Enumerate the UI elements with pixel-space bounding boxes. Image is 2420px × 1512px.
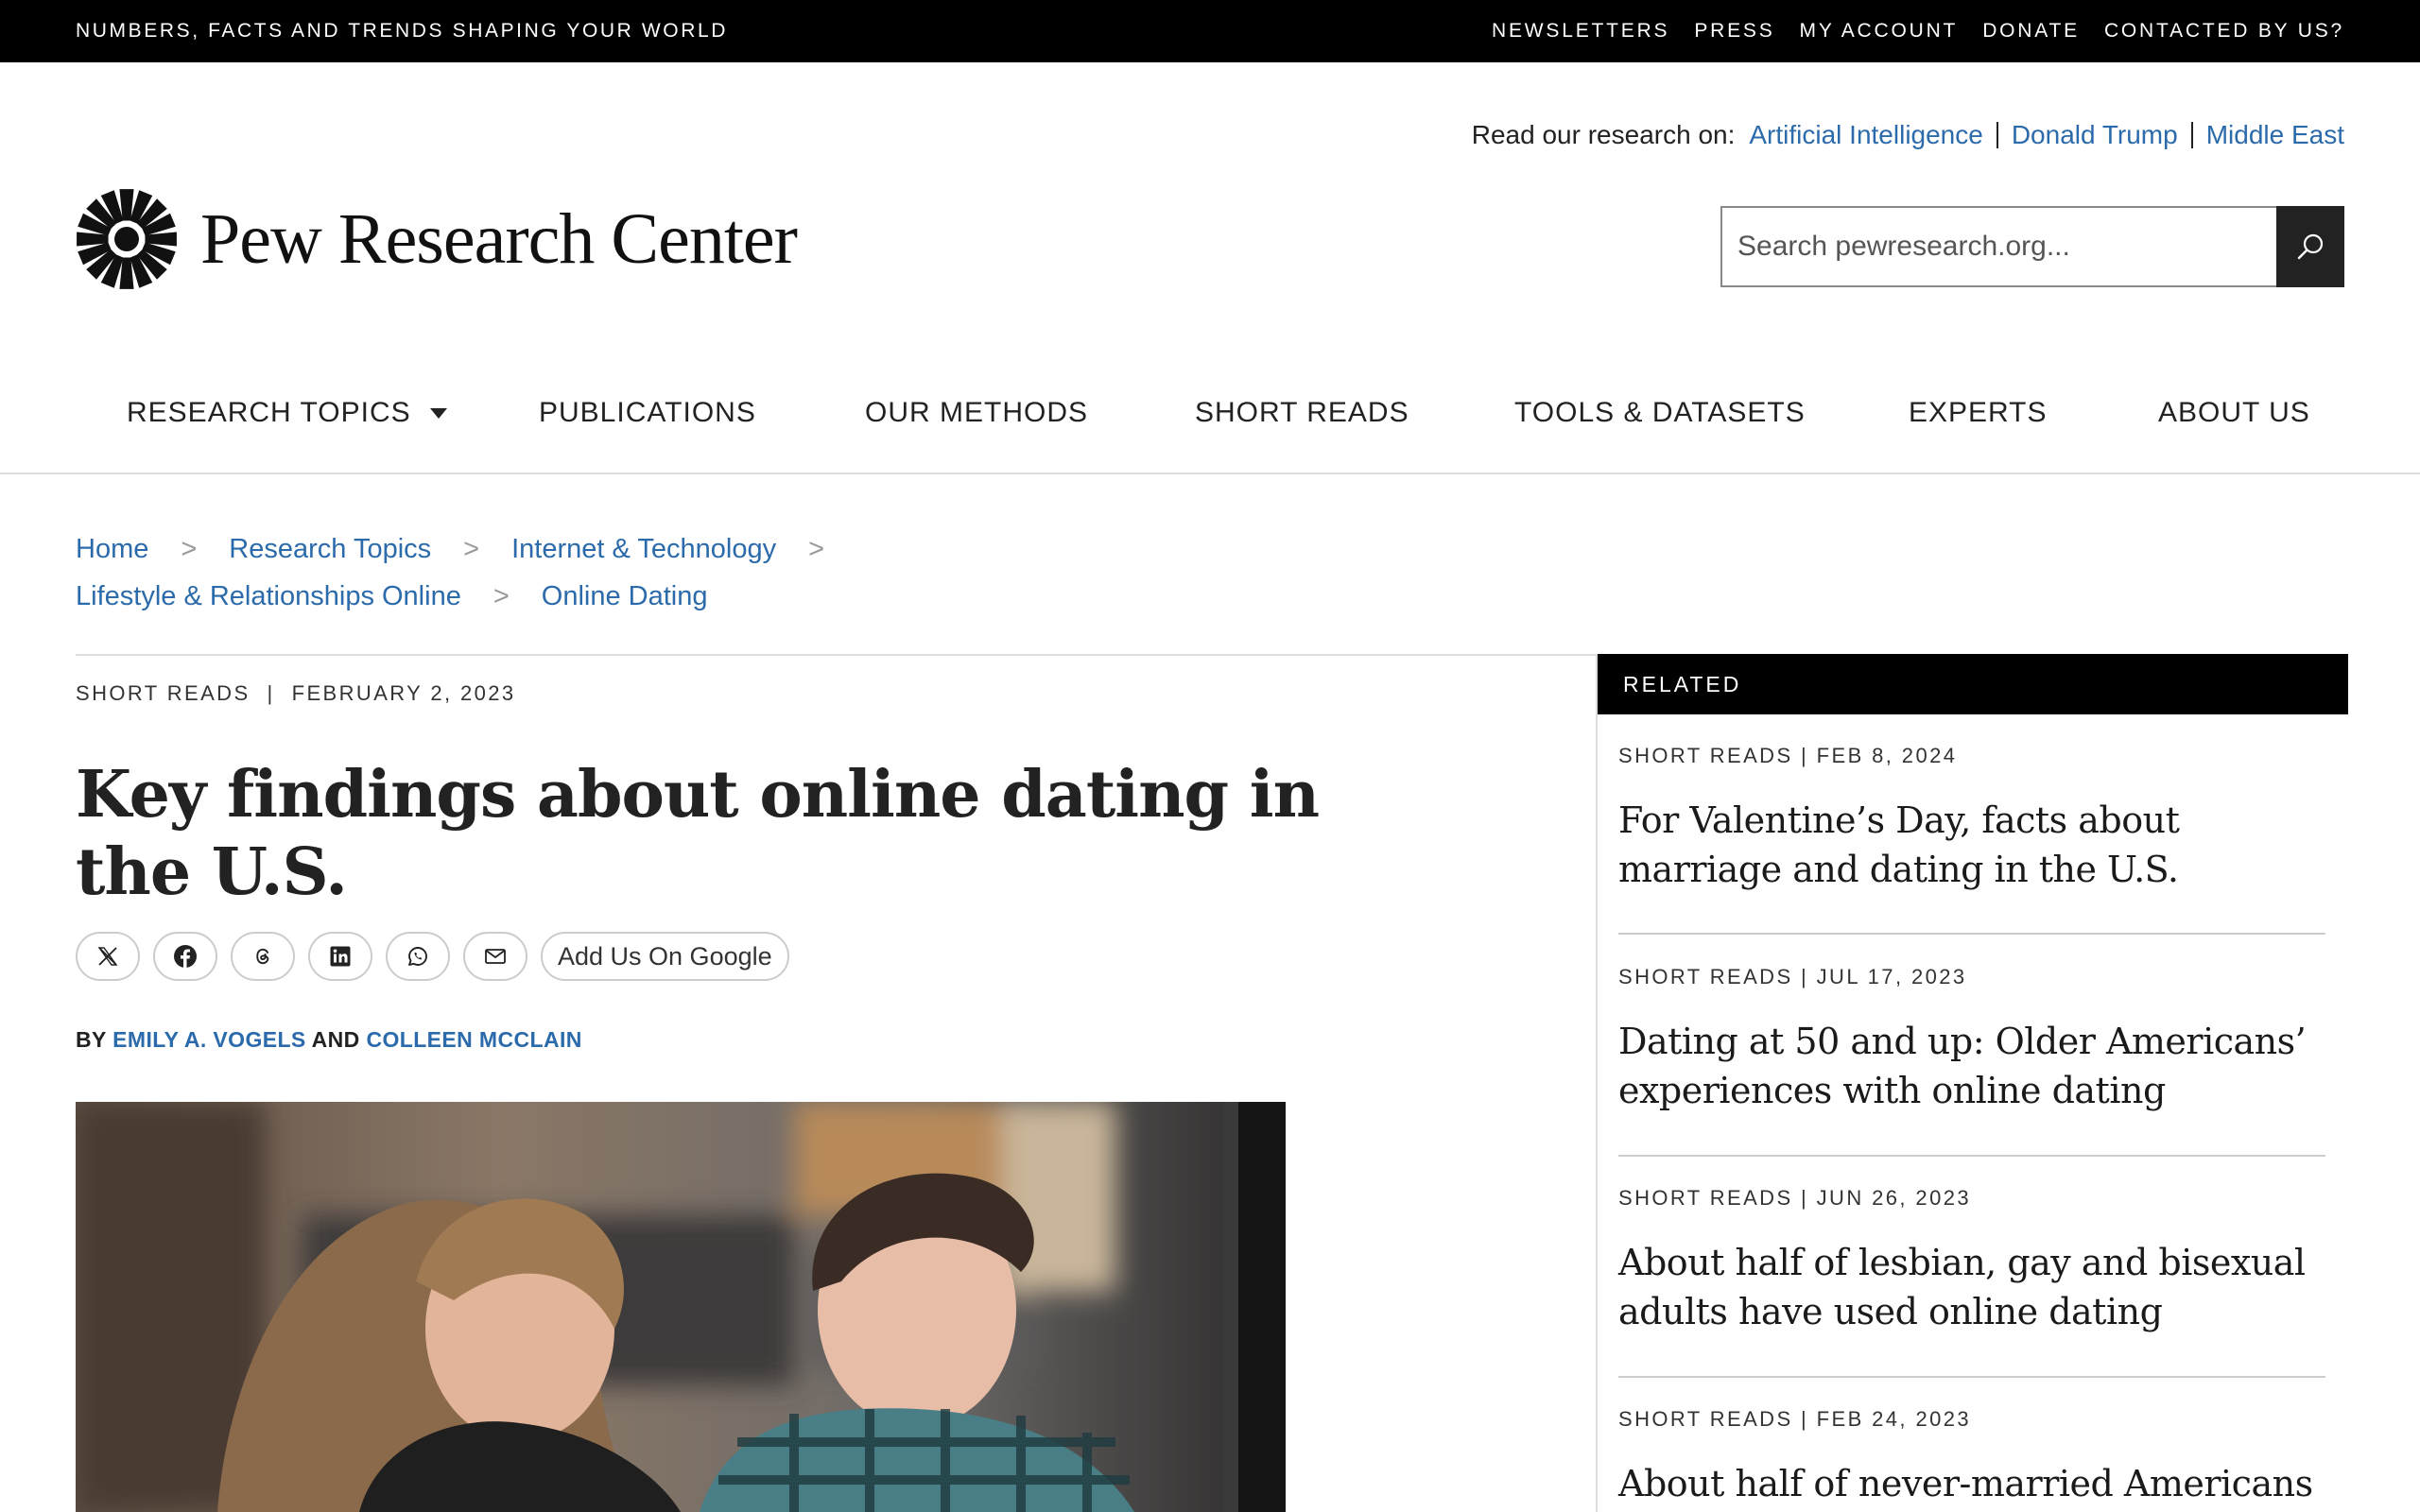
- nav-experts[interactable]: EXPERTS: [1909, 397, 2048, 429]
- my-account-link[interactable]: MY ACCOUNT: [1800, 20, 1959, 43]
- byline-and: AND: [311, 1027, 360, 1052]
- breadcrumb-separator: >: [493, 581, 510, 611]
- email-icon: [485, 949, 506, 964]
- related-item: SHORT READS | JUL 17, 2023 Dating at 50 …: [1618, 964, 2325, 1115]
- nav-research-topics[interactable]: RESEARCH TOPICS: [127, 397, 447, 429]
- related-item-title[interactable]: Dating at 50 and up: Older Americans’ ex…: [1618, 1017, 2325, 1115]
- share-linkedin-button[interactable]: [308, 932, 372, 981]
- hero-photo-illustration: [76, 1102, 1286, 1512]
- related-heading: RELATED: [1623, 672, 1742, 696]
- nav-our-methods[interactable]: OUR METHODS: [865, 397, 1088, 429]
- main-navigation: RESEARCH TOPICS PUBLICATIONS OUR METHODS…: [0, 378, 2420, 474]
- related-item-title[interactable]: About half of never-married Americans: [1618, 1459, 2325, 1508]
- related-item-meta: SHORT READS | JUN 26, 2023: [1618, 1186, 1971, 1210]
- related-item: SHORT READS | JUN 26, 2023 About half of…: [1618, 1185, 2325, 1336]
- contacted-by-us-link[interactable]: CONTACTED BY US?: [2104, 20, 2344, 43]
- share-whatsapp-button[interactable]: [386, 932, 450, 981]
- article-date: FEBRUARY 2, 2023: [291, 681, 516, 705]
- site-logo[interactable]: Pew Research Center: [76, 188, 798, 290]
- pew-sunburst-icon: [77, 189, 177, 289]
- read-research-row: Read our research on: Artificial Intelli…: [1472, 119, 2344, 151]
- breadcrumb-separator: >: [463, 534, 480, 564]
- breadcrumb-lifestyle-relationships[interactable]: Lifestyle & Relationships Online: [76, 577, 461, 615]
- read-research-label: Read our research on:: [1471, 120, 1736, 149]
- article-title: Key findings about online dating in the …: [76, 757, 1320, 910]
- content-divider: [76, 654, 1596, 656]
- research-link-middle-east[interactable]: Middle East: [2206, 119, 2344, 151]
- breadcrumb: Home > Research Topics > Internet & Tech…: [76, 525, 856, 620]
- related-header: RELATED: [1598, 654, 2348, 714]
- facebook-icon: [174, 945, 197, 968]
- share-bar: Add Us On Google: [76, 932, 789, 981]
- article-meta: SHORT READS | FEBRUARY 2, 2023: [76, 680, 516, 707]
- meta-separator: |: [267, 681, 275, 705]
- add-us-on-google-button[interactable]: Add Us On Google: [541, 932, 789, 981]
- caret-down-icon: [429, 407, 447, 419]
- related-item-meta: SHORT READS | FEB 24, 2023: [1618, 1407, 1971, 1431]
- nav-about-us[interactable]: ABOUT US: [2158, 397, 2310, 429]
- share-x-button[interactable]: [76, 932, 140, 981]
- byline-by: BY: [76, 1027, 107, 1052]
- search-box: [1720, 206, 2344, 287]
- breadcrumb-home[interactable]: Home: [76, 530, 148, 568]
- breadcrumb-research-topics[interactable]: Research Topics: [229, 530, 431, 568]
- x-icon: [97, 947, 118, 966]
- article-hero-image: [76, 1102, 1286, 1512]
- related-item-title[interactable]: For Valentine’s Day, facts about marriag…: [1618, 796, 2325, 894]
- linkedin-icon: [330, 946, 351, 967]
- byline: BY EMILY A. VOGELS AND COLLEEN MCCLAIN: [76, 1026, 582, 1053]
- search-icon: [2297, 233, 2324, 260]
- breadcrumb-online-dating[interactable]: Online Dating: [542, 577, 708, 615]
- related-separator: [1618, 1155, 2325, 1157]
- author-link[interactable]: EMILY A. VOGELS: [112, 1027, 306, 1052]
- research-link-trump[interactable]: Donald Trump: [2012, 119, 2178, 151]
- link-separator: [1996, 122, 1998, 148]
- related-item-meta: SHORT READS | FEB 8, 2024: [1618, 744, 1958, 767]
- related-separator: [1618, 933, 2325, 935]
- logo-text: Pew Research Center: [200, 199, 798, 279]
- search-button[interactable]: [2276, 206, 2344, 287]
- press-link[interactable]: PRESS: [1694, 20, 1774, 43]
- nav-tools-datasets[interactable]: TOOLS & DATASETS: [1514, 397, 1806, 429]
- share-email-button[interactable]: [463, 932, 527, 981]
- top-links: NEWSLETTERS PRESS MY ACCOUNT DONATE CONT…: [1492, 20, 2344, 43]
- related-separator: [1618, 1376, 2325, 1378]
- article-category[interactable]: SHORT READS: [76, 680, 251, 707]
- nav-publications[interactable]: PUBLICATIONS: [539, 397, 756, 429]
- share-facebook-button[interactable]: [153, 932, 217, 981]
- related-item: SHORT READS | FEB 24, 2023 About half of…: [1618, 1406, 2325, 1508]
- research-link-ai[interactable]: Artificial Intelligence: [1749, 119, 1982, 151]
- author-link[interactable]: COLLEEN MCCLAIN: [366, 1027, 581, 1052]
- breadcrumb-separator: >: [181, 534, 198, 564]
- threads-icon: [256, 948, 269, 965]
- donate-link[interactable]: DONATE: [1982, 20, 2080, 43]
- nav-short-reads[interactable]: SHORT READS: [1195, 397, 1409, 429]
- related-item-meta: SHORT READS | JUL 17, 2023: [1618, 965, 1967, 988]
- top-bar: NUMBERS, FACTS AND TRENDS SHAPING YOUR W…: [0, 0, 2420, 62]
- nav-research-topics-label: RESEARCH TOPICS: [127, 397, 411, 428]
- whatsapp-icon: [408, 947, 427, 966]
- search-input[interactable]: [1720, 206, 2276, 287]
- related-item: SHORT READS | FEB 8, 2024 For Valentine’…: [1618, 743, 2325, 894]
- site-tagline: NUMBERS, FACTS AND TRENDS SHAPING YOUR W…: [76, 20, 729, 42]
- related-item-title[interactable]: About half of lesbian, gay and bisexual …: [1618, 1238, 2325, 1336]
- related-sidebar: RELATED SHORT READS | FEB 8, 2024 For Va…: [1596, 654, 2348, 1512]
- share-threads-button[interactable]: [231, 932, 295, 981]
- breadcrumb-internet-technology[interactable]: Internet & Technology: [511, 530, 776, 568]
- breadcrumb-separator: >: [808, 534, 825, 564]
- newsletters-link[interactable]: NEWSLETTERS: [1492, 20, 1669, 43]
- link-separator: [2190, 122, 2193, 148]
